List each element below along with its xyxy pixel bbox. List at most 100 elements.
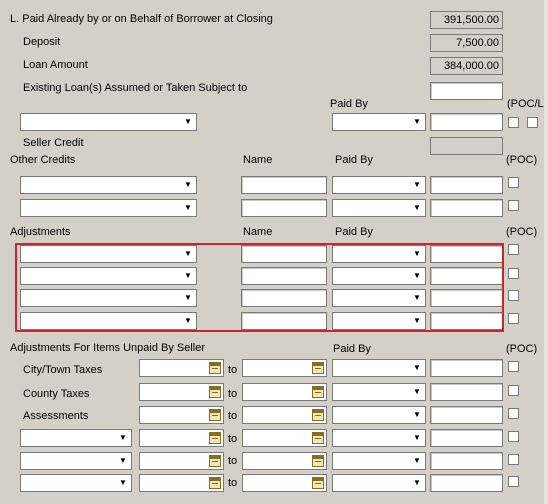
unpaid-item-type-dropdown[interactable]: ▼ [20, 452, 132, 470]
assessments-label: Assessments [23, 410, 89, 422]
chevron-down-icon: ▼ [181, 115, 195, 129]
existing-loan-type-dropdown[interactable]: ▼ [20, 113, 197, 131]
to-label: to [228, 433, 238, 445]
paid-by-header: Paid By [333, 343, 371, 355]
other-credit-amount-input[interactable] [430, 199, 503, 217]
unpaid-item-to-date[interactable] [242, 474, 327, 492]
chevron-down-icon: ▼ [410, 201, 424, 215]
unpaid-item-from-date[interactable] [139, 474, 224, 492]
calendar-icon[interactable] [209, 455, 221, 467]
chevron-down-icon: ▼ [116, 454, 130, 468]
existing-loan-amount-input[interactable] [430, 113, 503, 131]
unpaid-item-type-dropdown[interactable]: ▼ [20, 474, 132, 492]
poc-checkbox[interactable] [508, 454, 519, 465]
to-label: to [228, 388, 238, 400]
calendar-icon[interactable] [209, 386, 221, 398]
section-l-title: L. Paid Already by or on Behalf of Borro… [10, 13, 273, 25]
poc-checkbox[interactable] [508, 313, 519, 324]
chevron-down-icon: ▼ [116, 476, 130, 490]
calendar-icon[interactable] [209, 409, 221, 421]
seller-credit-field [430, 137, 503, 155]
poc-header: (POC) [506, 154, 538, 166]
assessments-to-date[interactable] [242, 406, 327, 424]
deposit-field: 7,500.00 [430, 34, 503, 52]
to-label: to [228, 477, 238, 489]
calendar-icon[interactable] [312, 386, 324, 398]
unpaid-item-amount-input[interactable] [430, 474, 503, 492]
assessments-paid-by-dropdown[interactable]: ▼ [332, 406, 426, 424]
other-credit-name-input[interactable] [241, 199, 327, 217]
chevron-down-icon: ▼ [410, 385, 424, 399]
county-taxes-paid-by-dropdown[interactable]: ▼ [332, 383, 426, 401]
calendar-icon[interactable] [312, 409, 324, 421]
unpaid-item-to-date[interactable] [242, 429, 327, 447]
poc-checkbox[interactable] [508, 408, 519, 419]
adjustments-title: Adjustments [10, 226, 71, 238]
unpaid-item-amount-input[interactable] [430, 429, 503, 447]
adjustments-highlight-box [15, 243, 504, 332]
poc-checkbox[interactable] [508, 117, 519, 128]
poc-checkbox[interactable] [508, 361, 519, 372]
poc-checkbox[interactable] [508, 244, 519, 255]
poc-header: (POC) [506, 343, 538, 355]
chevron-down-icon: ▼ [410, 454, 424, 468]
existing-loans-amount-input[interactable] [430, 82, 503, 100]
city-taxes-amount-input[interactable] [430, 359, 503, 377]
to-label: to [228, 410, 238, 422]
calendar-icon[interactable] [209, 477, 221, 489]
city-taxes-to-date[interactable] [242, 359, 327, 377]
unpaid-item-paid-by-dropdown[interactable]: ▼ [332, 452, 426, 470]
county-taxes-to-date[interactable] [242, 383, 327, 401]
poc-checkbox[interactable] [508, 476, 519, 487]
right-edge-strip [544, 0, 548, 504]
calendar-icon[interactable] [312, 432, 324, 444]
unpaid-item-paid-by-dropdown[interactable]: ▼ [332, 474, 426, 492]
unpaid-item-paid-by-dropdown[interactable]: ▼ [332, 429, 426, 447]
county-taxes-amount-input[interactable] [430, 383, 503, 401]
other-credit-name-input[interactable] [241, 176, 327, 194]
chevron-down-icon: ▼ [410, 115, 424, 129]
other-credit-paid-by-dropdown[interactable]: ▼ [332, 176, 426, 194]
loan-amount-label: Loan Amount [23, 59, 88, 71]
other-credit-type-dropdown[interactable]: ▼ [20, 176, 197, 194]
calendar-icon[interactable] [312, 477, 324, 489]
county-taxes-from-date[interactable] [139, 383, 224, 401]
poc-checkbox[interactable] [508, 268, 519, 279]
poc-checkbox[interactable] [508, 290, 519, 301]
assessments-from-date[interactable] [139, 406, 224, 424]
assessments-amount-input[interactable] [430, 406, 503, 424]
l-checkbox[interactable] [527, 117, 538, 128]
unpaid-item-type-dropdown[interactable]: ▼ [20, 429, 132, 447]
poc-checkbox[interactable] [508, 177, 519, 188]
other-credit-type-dropdown[interactable]: ▼ [20, 199, 197, 217]
city-taxes-paid-by-dropdown[interactable]: ▼ [332, 359, 426, 377]
chevron-down-icon: ▼ [410, 431, 424, 445]
name-header: Name [243, 226, 273, 238]
chevron-down-icon: ▼ [410, 361, 424, 375]
unpaid-item-to-date[interactable] [242, 452, 327, 470]
paid-by-header: Paid By [330, 98, 368, 110]
calendar-icon[interactable] [209, 362, 221, 374]
other-credit-amount-input[interactable] [430, 176, 503, 194]
poc-checkbox[interactable] [508, 385, 519, 396]
chevron-down-icon: ▼ [181, 178, 195, 192]
to-label: to [228, 455, 238, 467]
unpaid-item-from-date[interactable] [139, 429, 224, 447]
calendar-icon[interactable] [209, 432, 221, 444]
chevron-down-icon: ▼ [410, 408, 424, 422]
existing-loan-paid-by-dropdown[interactable]: ▼ [332, 113, 426, 131]
city-taxes-from-date[interactable] [139, 359, 224, 377]
poc-checkbox[interactable] [508, 200, 519, 211]
other-credits-title: Other Credits [10, 154, 76, 166]
unpaid-item-from-date[interactable] [139, 452, 224, 470]
unpaid-item-amount-input[interactable] [430, 452, 503, 470]
chevron-down-icon: ▼ [181, 201, 195, 215]
deposit-label: Deposit [23, 36, 61, 48]
poc-checkbox[interactable] [508, 431, 519, 442]
other-credit-paid-by-dropdown[interactable]: ▼ [332, 199, 426, 217]
calendar-icon[interactable] [312, 455, 324, 467]
loan-amount-field: 384,000.00 [430, 57, 503, 75]
calendar-icon[interactable] [312, 362, 324, 374]
chevron-down-icon: ▼ [116, 431, 130, 445]
to-label: to [228, 364, 238, 376]
